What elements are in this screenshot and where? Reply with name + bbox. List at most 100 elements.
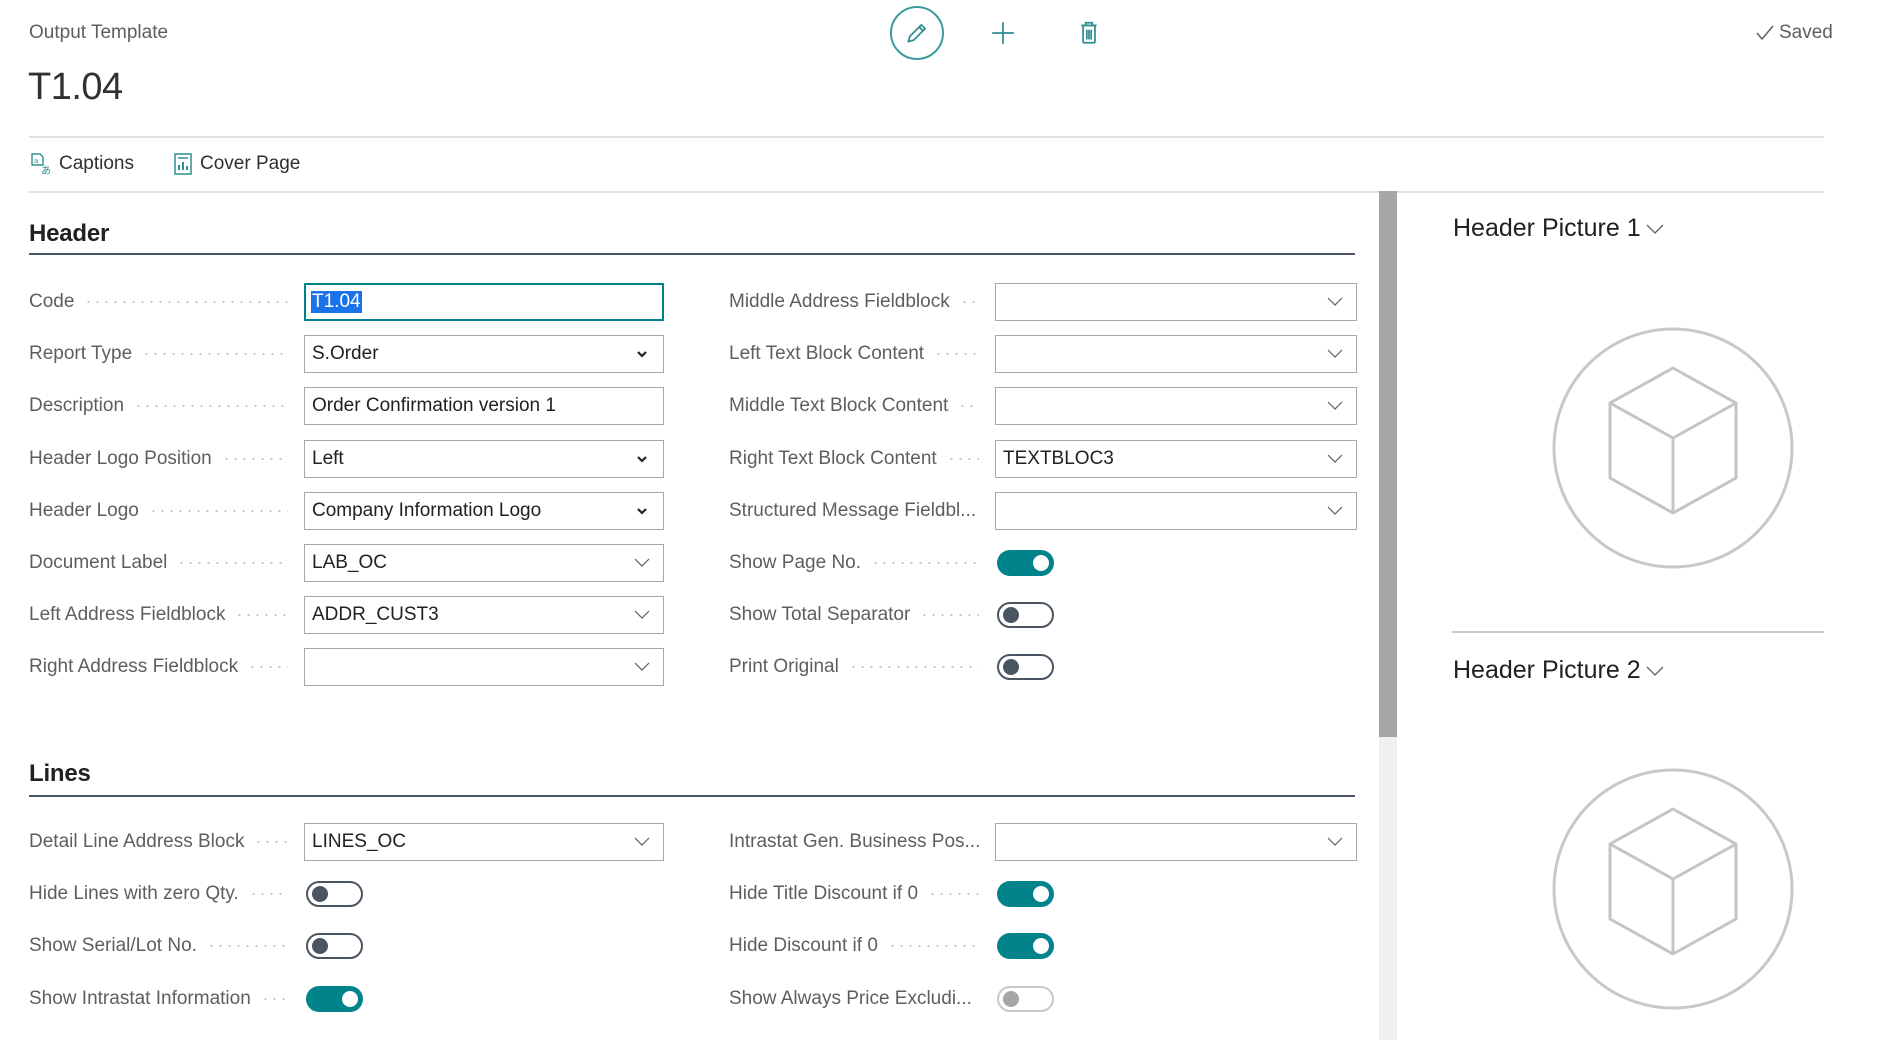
factbox-header-picture-2[interactable]: Header Picture 2: [1453, 656, 1665, 685]
input-description[interactable]: Order Confirmation version 1: [304, 387, 664, 426]
field-label-text: Show Always Price Excludi...: [729, 987, 972, 1009]
field-label: Right Address Fieldblock: [29, 656, 296, 678]
toggle-print-original[interactable]: [997, 654, 1054, 681]
field-label: Detail Line Address Block: [29, 831, 296, 853]
label-leader-dots: [934, 353, 979, 356]
save-status-text: Saved: [1779, 22, 1833, 43]
page-title: T1.04: [28, 66, 123, 108]
field-label-text: Structured Message Fieldbl...: [729, 499, 977, 521]
action-captions[interactable]: a あ Captions: [29, 152, 134, 176]
field-row-show-intrastat-information: Show Intrastat Information: [29, 979, 296, 1019]
field-label-text: Intrastat Gen. Business Pos...: [729, 831, 981, 852]
divider: [29, 191, 1824, 193]
field-label-text: Show Page No.: [729, 552, 862, 573]
chevron-down-icon: [637, 455, 647, 463]
field-label: Hide Discount if 0: [729, 935, 987, 957]
toggle-knob: [1033, 938, 1049, 955]
chevron-down-icon: [634, 837, 650, 846]
dropdown-report-type[interactable]: S.Order: [304, 335, 664, 374]
dropdown-document-label[interactable]: LAB_OC: [304, 544, 664, 582]
page-caption: Output Template: [29, 22, 169, 43]
translate-icon: a あ: [31, 153, 51, 176]
field-label: Hide Title Discount if 0: [729, 883, 987, 905]
label-leader-dots: [946, 457, 979, 460]
field-value: S.Order: [312, 343, 379, 365]
toggle-knob: [1003, 990, 1019, 1007]
action-cover-page[interactable]: Cover Page: [172, 152, 300, 176]
toggle-knob: [342, 990, 358, 1007]
new-button[interactable]: [976, 6, 1030, 60]
dropdown-right-text-block-content[interactable]: TEXTBLOC3: [995, 439, 1357, 478]
edit-button[interactable]: [890, 6, 944, 60]
dropdown-middle-text-block-content[interactable]: [995, 387, 1357, 426]
toggle-show-page-no[interactable]: [997, 550, 1054, 576]
action-captions-label: Captions: [59, 153, 134, 174]
delete-button[interactable]: [1062, 6, 1116, 60]
dropdown-structured-message-fieldbl[interactable]: [995, 491, 1357, 530]
field-label: Right Text Block Content: [729, 448, 987, 470]
factbox-divider: [1452, 631, 1824, 633]
field-label: Show Page No.: [729, 552, 987, 574]
field-row-left-text-block-content: Left Text Block Content: [729, 334, 987, 374]
field-row-header-logo: Header Logo: [29, 491, 296, 531]
toggle-hide-lines-with-zero-qty[interactable]: [306, 881, 363, 908]
label-leader-dots: [84, 301, 288, 303]
dropdown-middle-address-fieldblock[interactable]: [995, 283, 1357, 321]
field-row-document-label: Document Label: [29, 543, 296, 583]
chevron-down-icon: [1327, 349, 1343, 359]
field-label: Left Address Fieldblock: [29, 604, 296, 626]
toggle-show-serial-lot-no[interactable]: [306, 933, 363, 960]
dropdown-intrastat-gen-business-pos[interactable]: [995, 823, 1357, 861]
scrollbar-thumb[interactable]: [1379, 191, 1397, 737]
toggle-knob: [1033, 555, 1049, 571]
chevron-down-icon: [634, 610, 650, 620]
input-code[interactable]: T1.04: [304, 283, 664, 321]
pencil-icon: [907, 24, 926, 43]
dropdown-left-text-block-content[interactable]: [995, 335, 1357, 374]
cube-placeholder-icon[interactable]: [1551, 767, 1795, 1011]
section-lines-title[interactable]: Lines: [29, 760, 91, 788]
field-value: LAB_OC: [312, 552, 387, 573]
dropdown-header-logo[interactable]: Company Information Logo: [304, 491, 664, 530]
field-label: Header Logo Position: [29, 448, 296, 470]
field-label-text: Print Original: [729, 656, 839, 678]
field-label-text: Middle Text Block Content: [729, 395, 949, 417]
factbox-header-picture-1[interactable]: Header Picture 1: [1453, 214, 1665, 243]
field-label: Show Serial/Lot No.: [29, 935, 296, 957]
label-leader-dots: [248, 893, 288, 896]
field-label: Show Total Separator: [729, 604, 987, 626]
field-label: Print Original: [729, 656, 987, 678]
label-leader-dots: [177, 562, 288, 564]
toggle-show-total-separator[interactable]: [997, 602, 1054, 629]
field-label-text: Description: [29, 395, 125, 417]
dropdown-detail-line-address-block[interactable]: LINES_OC: [304, 823, 664, 861]
label-leader-dots: [254, 841, 288, 843]
dropdown-right-address-fieldblock[interactable]: [304, 648, 664, 687]
field-label-text: Middle Address Fieldblock: [729, 291, 950, 312]
toggle-hide-discount-if-0[interactable]: [997, 933, 1054, 960]
action-cover-page-label: Cover Page: [200, 153, 301, 174]
section-header-title[interactable]: Header: [29, 220, 109, 248]
field-label-text: Document Label: [29, 552, 168, 573]
field-label-text: Show Serial/Lot No.: [29, 935, 197, 957]
field-value: LINES_OC: [312, 831, 406, 852]
chevron-down-icon: [1327, 837, 1343, 846]
field-row-right-address-fieldblock: Right Address Fieldblock: [29, 647, 296, 687]
cube-placeholder-icon[interactable]: [1551, 326, 1795, 570]
field-label-text: Report Type: [29, 343, 133, 365]
field-row-hide-discount-if-0: Hide Discount if 0: [729, 926, 987, 966]
chevron-down-icon: [637, 508, 647, 515]
label-leader-dots: [221, 457, 288, 460]
field-row-hide-lines-with-zero-qty: Hide Lines with zero Qty.: [29, 874, 296, 914]
field-label-text: Show Intrastat Information: [29, 987, 251, 1009]
field-value: ADDR_CUST3: [312, 604, 439, 626]
dropdown-left-address-fieldblock[interactable]: ADDR_CUST3: [304, 596, 664, 635]
dropdown-header-logo-position[interactable]: Left: [304, 439, 664, 478]
label-leader-dots: [235, 614, 288, 617]
toggle-show-intrastat-information[interactable]: [306, 985, 363, 1012]
toggle-hide-title-discount-if-0[interactable]: [997, 881, 1054, 908]
section-header-line: [29, 253, 1355, 255]
field-label: Left Text Block Content: [729, 343, 987, 365]
field-label-text: Show Total Separator: [729, 604, 911, 626]
field-row-show-total-separator: Show Total Separator: [729, 595, 987, 635]
